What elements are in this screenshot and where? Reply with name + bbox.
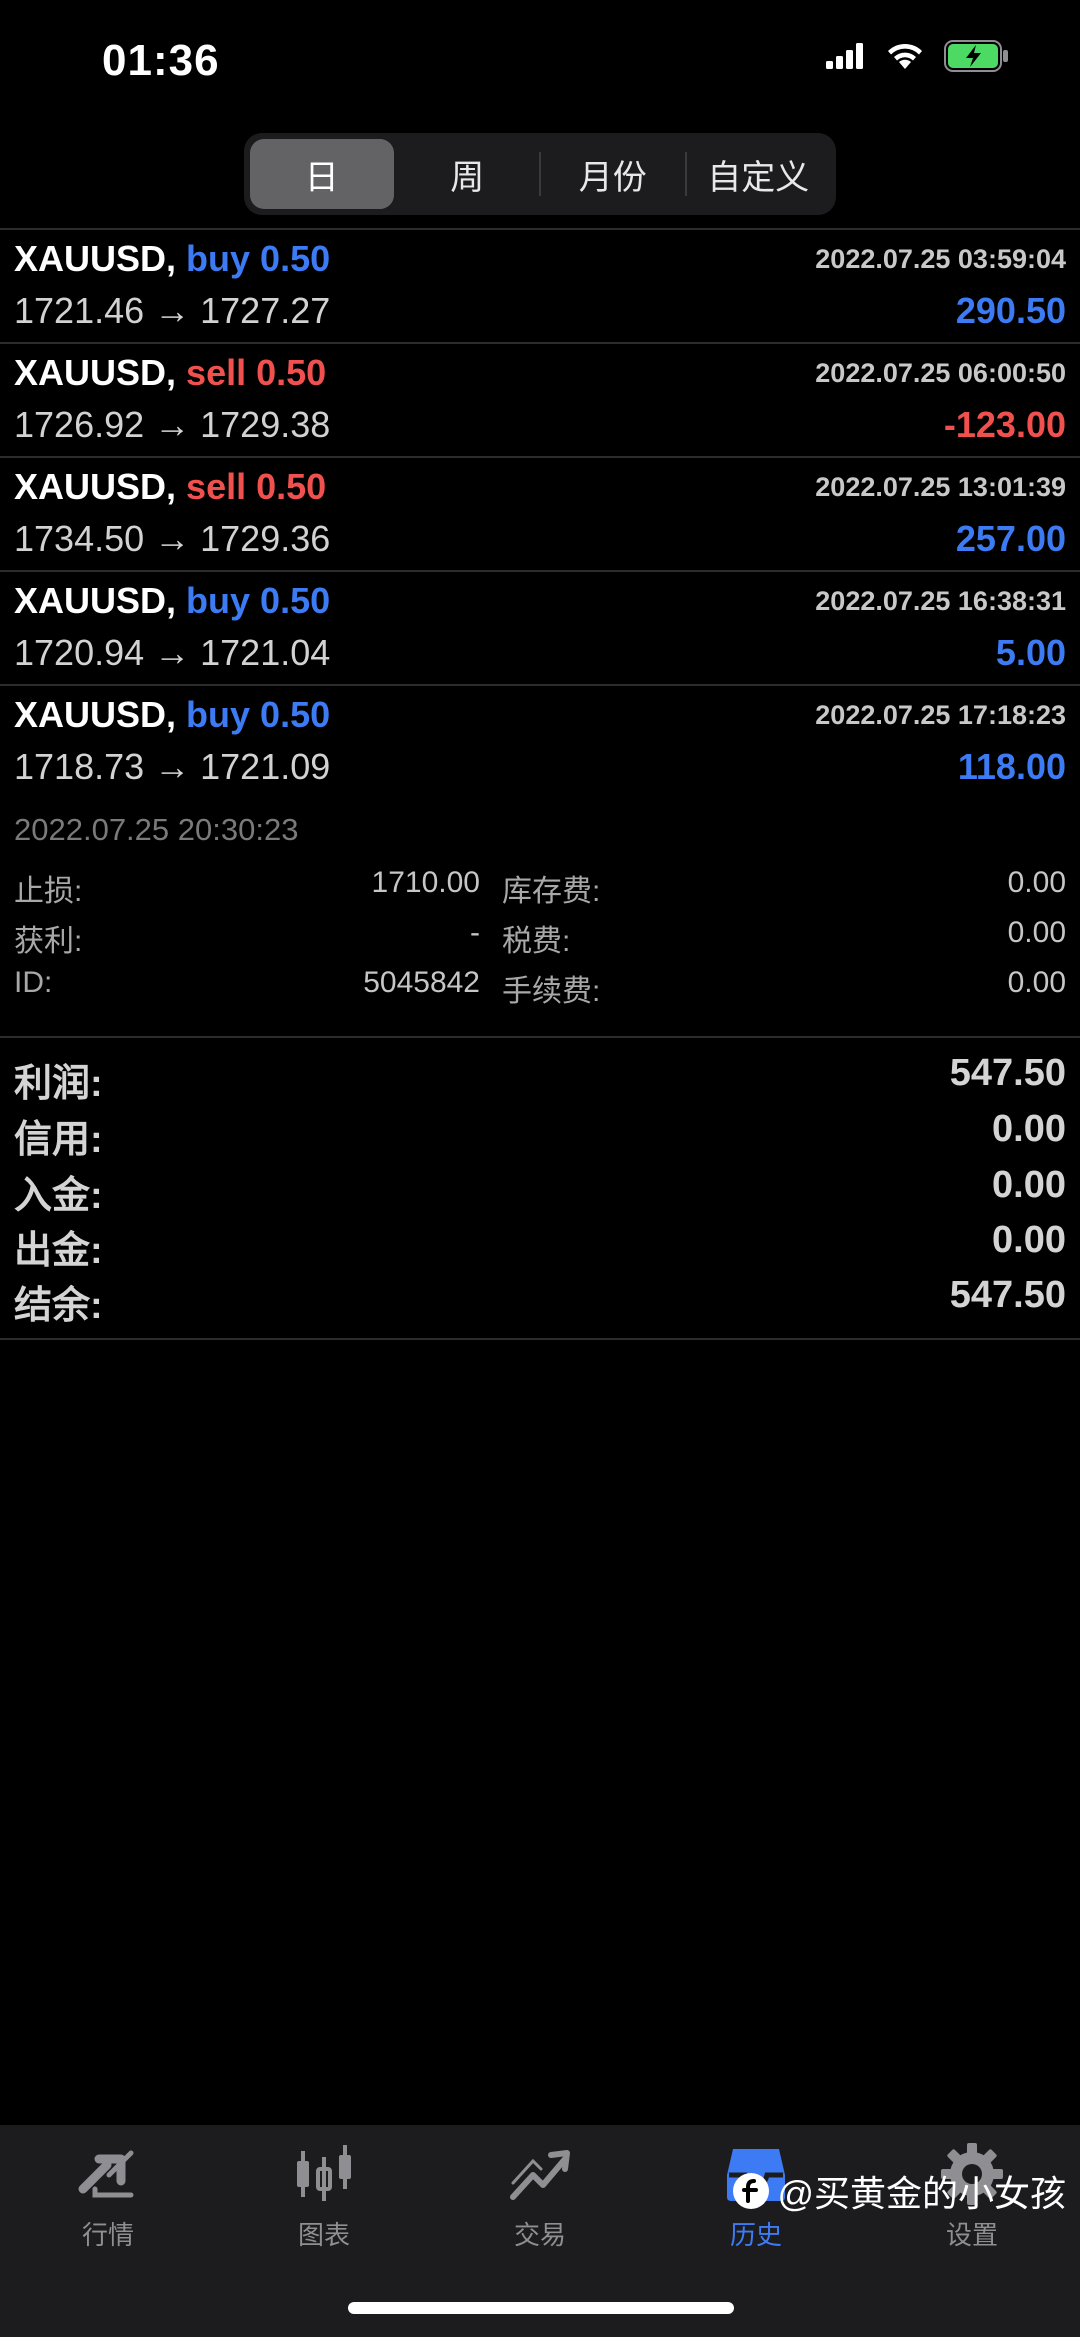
status-bar: 01:36 [0, 0, 1080, 120]
tab-label: 历史 [729, 2220, 782, 2250]
id-label: ID: [14, 966, 53, 999]
deal-symbol: XAUUSD, [14, 580, 177, 621]
profit-label: 利润: [14, 1063, 103, 1105]
watermark-logo-icon [733, 2173, 770, 2209]
tab-quotes[interactable]: 行情 [28, 2139, 188, 2252]
chart-icon [297, 2145, 351, 2201]
deal-time: 2022.07.25 06:00:50 [815, 358, 1066, 388]
deal-time: 2022.07.25 16:38:31 [815, 586, 1066, 616]
deal-direction: buy 0.50 [186, 238, 331, 279]
tab-label: 交易 [513, 2220, 566, 2250]
detail-row: 获利: - 税费: 0.00 [0, 916, 1080, 966]
deal-row[interactable]: XAUUSD, buy 0.50 2022.07.25 17:18:23 171… [0, 686, 1080, 798]
segment-month[interactable]: 月份 [541, 139, 685, 209]
deal-profit: 257.00 [955, 518, 1066, 559]
tab-trade[interactable]: 交易 [460, 2139, 620, 2252]
summary-row: 信用: 0.00 [0, 1108, 1080, 1164]
deal-row[interactable]: XAUUSD, sell 0.50 2022.07.25 13:01:39 17… [0, 458, 1080, 572]
balance-label: 结余: [14, 1285, 103, 1327]
deals-list: XAUUSD, buy 0.50 2022.07.25 03:59:04 172… [0, 228, 1080, 798]
tab-label: 行情 [81, 2220, 134, 2250]
commission-label: 手续费: [502, 975, 601, 1008]
watermark: @买黄金的小女孩 [731, 2165, 1066, 2217]
deal-title: XAUUSD, sell 0.50 [14, 352, 326, 394]
summary-row: 利润: 547.50 [0, 1052, 1080, 1108]
deal-title: XAUUSD, buy 0.50 [14, 694, 330, 736]
deal-symbol: XAUUSD, [14, 238, 177, 279]
status-icons [826, 40, 1010, 72]
deal-profit: 5.00 [995, 632, 1066, 673]
deal-direction: buy 0.50 [186, 580, 331, 621]
deal-symbol: XAUUSD, [14, 466, 177, 507]
deal-time: 2022.07.25 13:01:39 [815, 472, 1066, 502]
segment-day[interactable]: 日 [250, 139, 394, 209]
credit-label: 信用: [14, 1119, 103, 1161]
detail-date: 2022.07.25 20:30:23 [14, 812, 299, 847]
deal-title: XAUUSD, sell 0.50 [14, 466, 326, 508]
withdrawal-value: 0.00 [992, 1219, 1066, 1261]
tab-label: 图表 [297, 2220, 350, 2250]
stop-loss-value: 1710.00 [371, 866, 480, 899]
deal-price: 1718.73 → 1721.09 [14, 746, 331, 787]
summary-row: 入金: 0.00 [0, 1164, 1080, 1220]
id-value: 5045842 [363, 966, 480, 999]
deal-direction: sell 0.50 [186, 352, 327, 393]
deal-time: 2022.07.25 03:59:04 [815, 244, 1066, 274]
take-profit-value: - [470, 916, 480, 949]
deal-time: 2022.07.25 17:18:23 [815, 700, 1066, 730]
deal-direction: sell 0.50 [186, 466, 327, 507]
account-summary: 利润: 547.50 信用: 0.00 入金: 0.00 出金: 0.00 结余… [0, 1042, 1080, 1340]
swap-label: 库存费: [502, 875, 601, 908]
withdrawal-label: 出金: [14, 1230, 103, 1272]
signal-icon [826, 43, 863, 69]
deal-direction: buy 0.50 [186, 694, 331, 735]
deal-symbol: XAUUSD, [14, 352, 177, 393]
deal-title: XAUUSD, buy 0.50 [14, 580, 330, 622]
deal-profit: 290.50 [955, 290, 1066, 331]
segment-week[interactable]: 周 [396, 139, 540, 209]
deal-symbol: XAUUSD, [14, 694, 177, 735]
summary-row: 结余: 547.50 [0, 1274, 1080, 1330]
balance-value: 547.50 [949, 1274, 1066, 1316]
tab-label: 设置 [945, 2220, 998, 2250]
quotes-icon [78, 2150, 134, 2198]
period-segmented-control: 日 周 月份 自定义 [244, 133, 836, 215]
deal-price: 1720.94 → 1721.04 [14, 632, 331, 673]
wifi-icon [888, 43, 922, 69]
summary-row: 出金: 0.00 [0, 1219, 1080, 1275]
credit-value: 0.00 [992, 1108, 1066, 1150]
take-profit-label: 获利: [14, 925, 83, 958]
stop-loss-label: 止损: [14, 875, 83, 908]
segment-custom[interactable]: 自定义 [687, 139, 831, 209]
deal-row[interactable]: XAUUSD, buy 0.50 2022.07.25 16:38:31 172… [0, 572, 1080, 686]
deposit-value: 0.00 [992, 1164, 1066, 1206]
status-time: 01:36 [102, 36, 220, 85]
deposit-label: 入金: [14, 1175, 103, 1217]
swap-value: 0.00 [1007, 866, 1066, 899]
deal-price: 1726.92 → 1729.38 [14, 404, 331, 445]
commission-value: 0.00 [1007, 966, 1066, 999]
taxes-label: 税费: [502, 925, 571, 958]
deal-profit: -123.00 [943, 404, 1066, 445]
deal-row[interactable]: XAUUSD, buy 0.50 2022.07.25 03:59:04 172… [0, 230, 1080, 344]
detail-row: 止损: 1710.00 库存费: 0.00 [0, 866, 1080, 916]
watermark-text: @买黄金的小女孩 [777, 2173, 1066, 2214]
deal-detail: 2022.07.25 20:30:23 止损: 1710.00 库存费: 0.0… [0, 800, 1080, 1038]
battery-charging-icon [944, 40, 1008, 72]
deal-profit: 118.00 [957, 746, 1066, 787]
home-indicator[interactable] [348, 2302, 734, 2314]
deal-price: 1721.46 → 1727.27 [14, 290, 331, 331]
taxes-value: 0.00 [1007, 916, 1066, 949]
deal-row[interactable]: XAUUSD, sell 0.50 2022.07.25 06:00:50 17… [0, 344, 1080, 458]
detail-row: ID: 5045842 手续费: 0.00 [0, 966, 1080, 1016]
profit-value: 547.50 [949, 1052, 1066, 1094]
deal-title: XAUUSD, buy 0.50 [14, 238, 330, 280]
tab-chart[interactable]: 图表 [244, 2139, 404, 2252]
deal-price: 1734.50 → 1729.36 [14, 518, 331, 559]
trade-icon [510, 2150, 570, 2200]
